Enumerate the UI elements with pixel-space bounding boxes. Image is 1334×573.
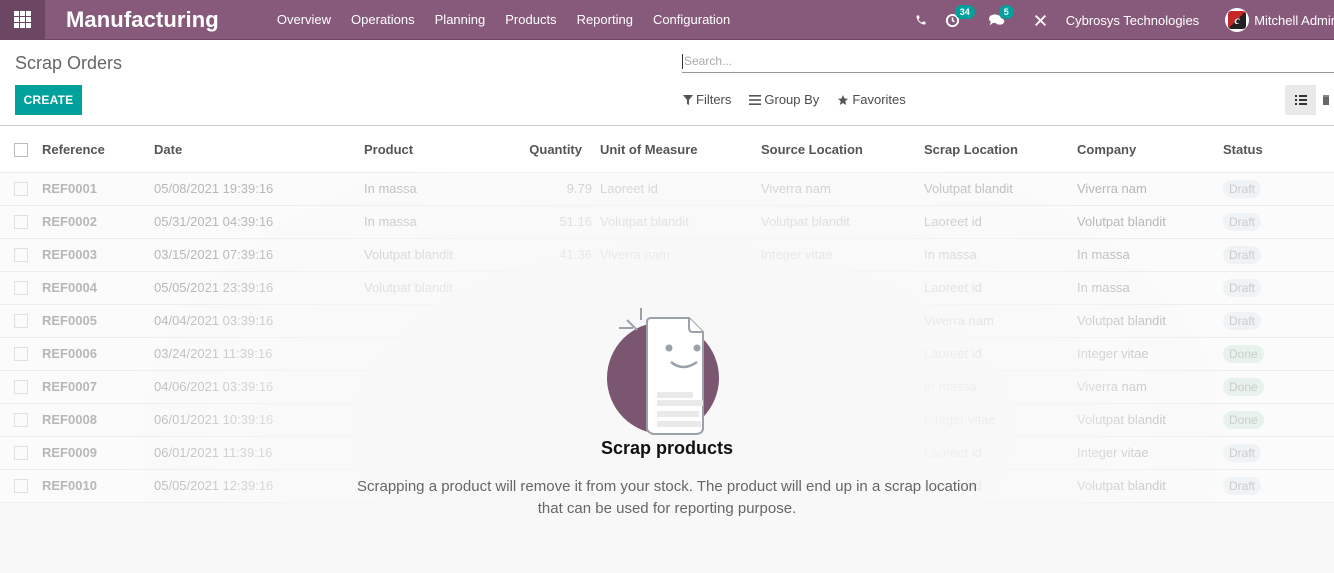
breadcrumb-title: Scrap Orders: [15, 53, 123, 73]
helper-title: Scrap products: [600, 438, 734, 458]
search-options: Filters Group By Favorites: [683, 92, 906, 107]
menu-item-operations[interactable]: Operations: [341, 12, 425, 27]
menu-item-products[interactable]: Products: [495, 12, 566, 27]
control-panel: Scrap Orders CREATE Filters Group By Fav…: [0, 40, 1334, 126]
user-name: Mitchell Admin: [1254, 12, 1334, 28]
smiling-document-icon: [607, 298, 727, 438]
favorites-label: Favorites: [852, 92, 906, 107]
systray: 34 5 Cybrosys Technologies c Mitchell Ad…: [906, 0, 1334, 40]
column-reference[interactable]: Reference: [42, 127, 154, 173]
column-source-location[interactable]: Source Location: [761, 127, 924, 173]
create-button[interactable]: CREATE: [15, 85, 82, 115]
column-date[interactable]: Date: [154, 127, 364, 173]
groupby-button[interactable]: Group By: [749, 92, 819, 107]
view-switcher: [1285, 85, 1334, 115]
column-product[interactable]: Product: [364, 127, 524, 173]
filters-button[interactable]: Filters: [683, 92, 731, 107]
table-header: Reference Date Product Quantity Unit of …: [0, 127, 1334, 173]
column-uom[interactable]: Unit of Measure: [600, 127, 761, 173]
apps-menu-button[interactable]: [0, 0, 45, 40]
kanban-view-button[interactable]: [1316, 85, 1334, 115]
column-company[interactable]: Company: [1077, 127, 1223, 173]
search-bar: [682, 50, 1334, 73]
groupby-label: Group By: [764, 92, 820, 107]
list-view-icon: [1294, 95, 1307, 105]
kanban-view-icon: [1323, 95, 1329, 105]
phone-icon: [916, 15, 926, 25]
helper-text: Scrapping a product will remove it from …: [0, 476, 1334, 520]
list-view-button[interactable]: [1285, 85, 1316, 115]
grid-icon: [14, 11, 31, 28]
top-navbar: Manufacturing Overview Operations Planni…: [0, 0, 1334, 40]
helper-text-line-2: that can be used for reporting purpose.: [537, 500, 797, 517]
menu-item-reporting[interactable]: Reporting: [567, 12, 643, 27]
search-input[interactable]: [682, 53, 1334, 69]
debug-tools-button[interactable]: [1034, 14, 1047, 27]
tools-icon: [1034, 14, 1046, 26]
filters-label: Filters: [696, 92, 732, 107]
user-menu[interactable]: c Mitchell Admin: [1225, 8, 1334, 32]
activity-count-badge: 34: [954, 4, 975, 19]
column-scrap-location[interactable]: Scrap Location: [924, 127, 1077, 173]
main-menu: Overview Operations Planning Products Re…: [267, 12, 740, 27]
company-switcher[interactable]: Cybrosys Technologies: [1066, 13, 1199, 28]
star-icon: [838, 94, 849, 105]
app-brand[interactable]: Manufacturing: [66, 7, 219, 33]
bars-icon: [749, 94, 762, 105]
column-quantity[interactable]: Quantity: [524, 127, 600, 173]
select-all-cell: [0, 127, 42, 173]
activity-button[interactable]: 34: [945, 4, 975, 28]
no-content-helper: Scrap products Scrapping a product will …: [0, 298, 1334, 520]
favorites-button[interactable]: Favorites: [837, 92, 906, 107]
filter-icon: [683, 94, 693, 105]
helper-text-line-1: Scrapping a product will remove it from …: [356, 478, 978, 495]
phone-button[interactable]: [915, 14, 927, 26]
menu-item-overview[interactable]: Overview: [267, 12, 341, 27]
menu-item-configuration[interactable]: Configuration: [643, 12, 740, 27]
menu-item-planning[interactable]: Planning: [425, 12, 496, 27]
avatar: c: [1225, 8, 1250, 32]
messages-button[interactable]: 5: [988, 5, 1014, 27]
messages-count-badge: 5: [998, 5, 1014, 19]
select-all-checkbox[interactable]: [14, 143, 28, 158]
column-status[interactable]: Status: [1223, 127, 1334, 173]
